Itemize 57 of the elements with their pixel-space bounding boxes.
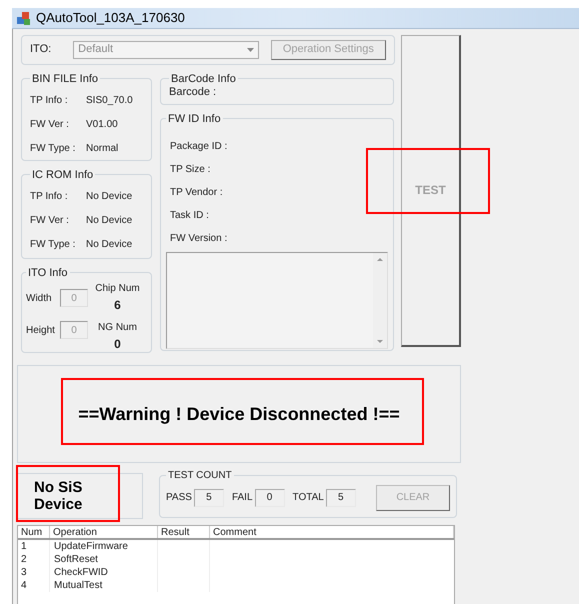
table-cell: 2: [18, 552, 50, 566]
table-cell: 4: [18, 578, 50, 592]
info-label: FW Ver :: [30, 118, 70, 132]
count-label: PASS: [166, 491, 192, 505]
warning-message: ==Warning ! Device Disconnected !==: [78, 403, 400, 426]
dropdown-arrow-icon: [246, 48, 254, 52]
app-icon: [16, 10, 32, 26]
count-label: FAIL: [232, 491, 253, 505]
info-label: TP Info :: [30, 94, 69, 108]
table-cell: 1: [18, 540, 50, 552]
device-status-text: No SiS Device: [34, 478, 84, 512]
ito-label: ITO:: [30, 42, 52, 58]
barcode-label: Barcode :: [169, 85, 218, 100]
column-header[interactable]: Num: [18, 526, 50, 538]
fw-field-label: Package ID :: [170, 140, 228, 154]
table-cell: CheckFWID: [50, 566, 158, 578]
fw-field-label: TP Vendor :: [170, 186, 224, 200]
column-header[interactable]: Operation: [50, 526, 158, 538]
fw-field-label: TP Size :: [170, 163, 212, 177]
info-value: No Device: [86, 214, 132, 228]
group-title: BIN FILE Info: [31, 72, 100, 86]
group-title: TEST COUNT: [167, 468, 233, 482]
group-title: IC ROM Info: [31, 168, 94, 182]
info-value: V01.00: [86, 118, 118, 132]
table-cell: MutualTest: [50, 578, 158, 592]
table-cell: SoftReset: [50, 552, 158, 566]
info-label: FW Type :: [30, 238, 76, 252]
group-title: ITO Info: [27, 266, 69, 280]
info-value: SIS0_70.0: [86, 94, 133, 108]
info-value: No Device: [86, 238, 132, 252]
chip-num-label: Chip Num: [95, 282, 140, 296]
scrollbar[interactable]: [373, 253, 387, 348]
ng-num-value: 0: [114, 336, 121, 353]
info-value: Normal: [86, 142, 118, 156]
group-title: BarCode Info: [170, 72, 237, 86]
group-title: FW ID Info: [167, 112, 222, 126]
chip-num-value: 6: [114, 297, 121, 314]
height-label: Height: [26, 324, 56, 338]
width-label: Width: [26, 292, 53, 306]
info-label: FW Ver :: [30, 214, 70, 228]
info-label: FW Type :: [30, 142, 76, 156]
fw-field-label: Task ID :: [170, 209, 210, 223]
fw-field-label: FW Version :: [170, 232, 228, 246]
scroll-up-icon[interactable]: [376, 257, 384, 262]
info-value: No Device: [86, 190, 132, 204]
table-cell: UpdateFirmware: [50, 540, 158, 552]
column-header[interactable]: Comment: [210, 526, 454, 538]
info-label: TP Info :: [30, 190, 69, 204]
ng-num-label: NG Num: [98, 321, 137, 335]
table-cell: 3: [18, 566, 50, 578]
count-field[interactable]: 5: [194, 488, 224, 506]
window-title: QAutoTool_103A_170630: [36, 9, 185, 27]
scroll-down-icon[interactable]: [376, 339, 384, 344]
count-field[interactable]: 5: [326, 488, 356, 506]
column-header[interactable]: Result: [158, 526, 210, 538]
count-field[interactable]: 0: [254, 488, 285, 506]
count-label: TOTAL: [292, 491, 324, 505]
